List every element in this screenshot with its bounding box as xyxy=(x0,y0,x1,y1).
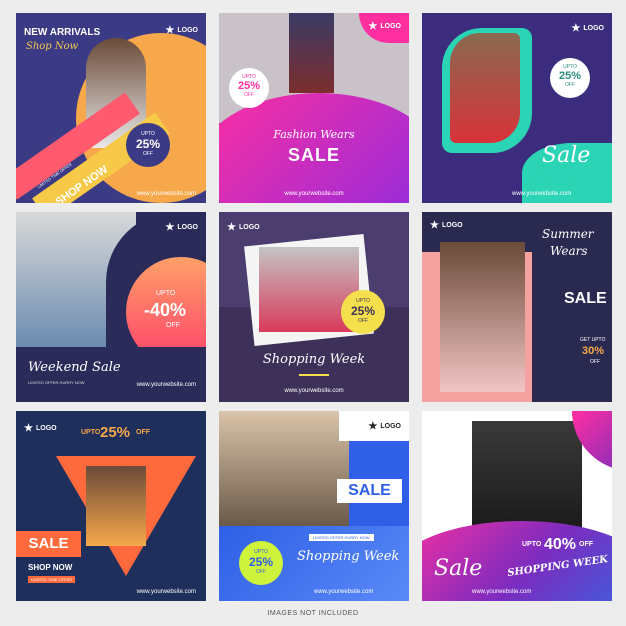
discount-percent: -40% xyxy=(144,300,187,320)
wears-title: Wears xyxy=(550,244,588,258)
discount-percent: 40% xyxy=(544,536,577,553)
website-url: www.yourwebsite.com xyxy=(472,589,532,595)
post-template-triangle-sale[interactable]: ★ LOGO UPTO 25% OFF SALE SHOP NOW LIMITED… xyxy=(16,411,206,601)
post-template-shopping-week[interactable]: ★ LOGO UPTO 25% OFF Shopping Week www.you… xyxy=(219,212,409,402)
discount-percent: 25% xyxy=(100,424,131,441)
website-url: www.yourwebsite.com xyxy=(284,191,344,197)
discount-badge: UPTO 25% OFF xyxy=(126,123,170,167)
star-icon: ★ xyxy=(165,25,175,36)
discount-badge: UPTO 25% OFF xyxy=(341,290,385,334)
off-label: OFF xyxy=(136,429,150,436)
post-template-sale-shopping-week[interactable]: ★ LOGO UPTO 25% OFF Sale Shopping Week ww… xyxy=(422,13,612,203)
badge-percent: 25% xyxy=(135,137,161,151)
headline: NEW ARRIVALS xyxy=(24,27,101,38)
images-not-included-note: IMAGES NOT INCLUDED xyxy=(267,610,359,617)
sale-script: Sale xyxy=(434,556,483,581)
discount-badge: UPTO 25% OFF xyxy=(229,68,269,108)
shop-now-button[interactable]: SHOP NOW xyxy=(28,563,72,572)
post-template-weekend-sale[interactable]: ★ LOGO UPTO -40% OFF Weekend Sale LIMITED… xyxy=(16,212,206,402)
sale-script: Sale xyxy=(542,143,591,168)
model-photo xyxy=(440,242,525,392)
logo: ★ LOGO xyxy=(24,423,57,434)
model-photo xyxy=(450,33,520,143)
star-icon: ★ xyxy=(571,23,581,34)
shop-now-script: Shop Now xyxy=(26,41,79,52)
website-url: www.yourwebsite.com xyxy=(136,589,196,595)
logo: ★ LOGO xyxy=(165,222,198,233)
discount-percent: 30% xyxy=(582,345,605,357)
website-url: www.yourwebsite.com xyxy=(136,382,196,388)
model-photo xyxy=(219,411,349,526)
discount-badge: UPTO 25% OFF xyxy=(239,541,283,585)
discount-badge: UPTO 25% OFF xyxy=(550,58,590,98)
limited-offer: LIMITED OFFER HURRY NOW xyxy=(28,380,85,385)
limited-offer: LIMITED TIME OFFER xyxy=(28,576,76,583)
badge-off: OFF xyxy=(143,151,153,157)
star-icon: ★ xyxy=(368,21,378,32)
star-icon: ★ xyxy=(227,222,236,233)
website-url: www.yourwebsite.com xyxy=(314,589,374,595)
logo: ★ LOGO xyxy=(165,25,198,36)
shopping-week-sub: Shopping Week xyxy=(532,173,603,183)
summer-title: Summer xyxy=(542,227,594,241)
website-url: www.yourwebsite.com xyxy=(512,191,572,197)
accent-underline xyxy=(299,374,329,376)
model-photo xyxy=(86,466,146,546)
off-label: OFF xyxy=(166,322,180,329)
post-template-shopping-week-gradient[interactable]: UPTO 40% OFF Sale SHOPPING WEEK www.your… xyxy=(422,411,612,601)
website-url: www.yourwebsite.com xyxy=(284,388,344,394)
model-photo xyxy=(472,421,582,531)
star-icon: ★ xyxy=(165,222,175,233)
logo: ★ LOGO xyxy=(368,421,401,432)
weekend-sale-title: Weekend Sale xyxy=(28,360,121,375)
logo: ★ LOGO xyxy=(368,21,401,32)
get-upto: GET UPTO xyxy=(580,337,606,343)
star-icon: ★ xyxy=(24,423,33,434)
upto-label: UPTO xyxy=(522,541,542,548)
fashion-wears-title: Fashion Wears xyxy=(273,128,355,141)
sale-tag: SALE xyxy=(337,479,402,503)
sale-heading: SALE xyxy=(287,145,340,165)
upto-label: UPTO xyxy=(156,290,176,297)
sale-heading: SALE xyxy=(564,290,607,307)
off-label: OFF xyxy=(590,359,600,365)
logo: ★ LOGO xyxy=(227,222,260,233)
model-photo xyxy=(289,13,334,93)
website-url: www.yourwebsite.com xyxy=(136,191,196,197)
post-template-new-arrivals[interactable]: SHOP NOW LIMITED TIME OFFER NEW ARRIVALS… xyxy=(16,13,206,203)
logo: ★ LOGO xyxy=(430,220,463,231)
star-icon: ★ xyxy=(430,220,439,231)
upto-label: UPTO xyxy=(81,429,101,436)
post-template-summer-wears[interactable]: ★ LOGO Summer Wears SALE GET UPTO 30% OFF xyxy=(422,212,612,402)
sale-tag: SALE xyxy=(16,531,81,557)
star-icon: ★ xyxy=(368,421,378,432)
shopping-week-title: Shopping Week xyxy=(262,352,366,367)
off-label: OFF xyxy=(579,541,593,548)
limited-offer: LIMITED OFFER HURRY NOW xyxy=(309,534,374,541)
shopping-week-title: Shopping Week xyxy=(297,549,400,564)
logo: ★ LOGO xyxy=(571,23,604,34)
post-template-blue-sale[interactable]: ★ LOGO SALE LIMITED OFFER HURRY NOW UPTO … xyxy=(219,411,409,601)
post-template-fashion-wears[interactable]: ★ LOGO UPTO 25% OFF Fashion Wears SALE ww… xyxy=(219,13,409,203)
